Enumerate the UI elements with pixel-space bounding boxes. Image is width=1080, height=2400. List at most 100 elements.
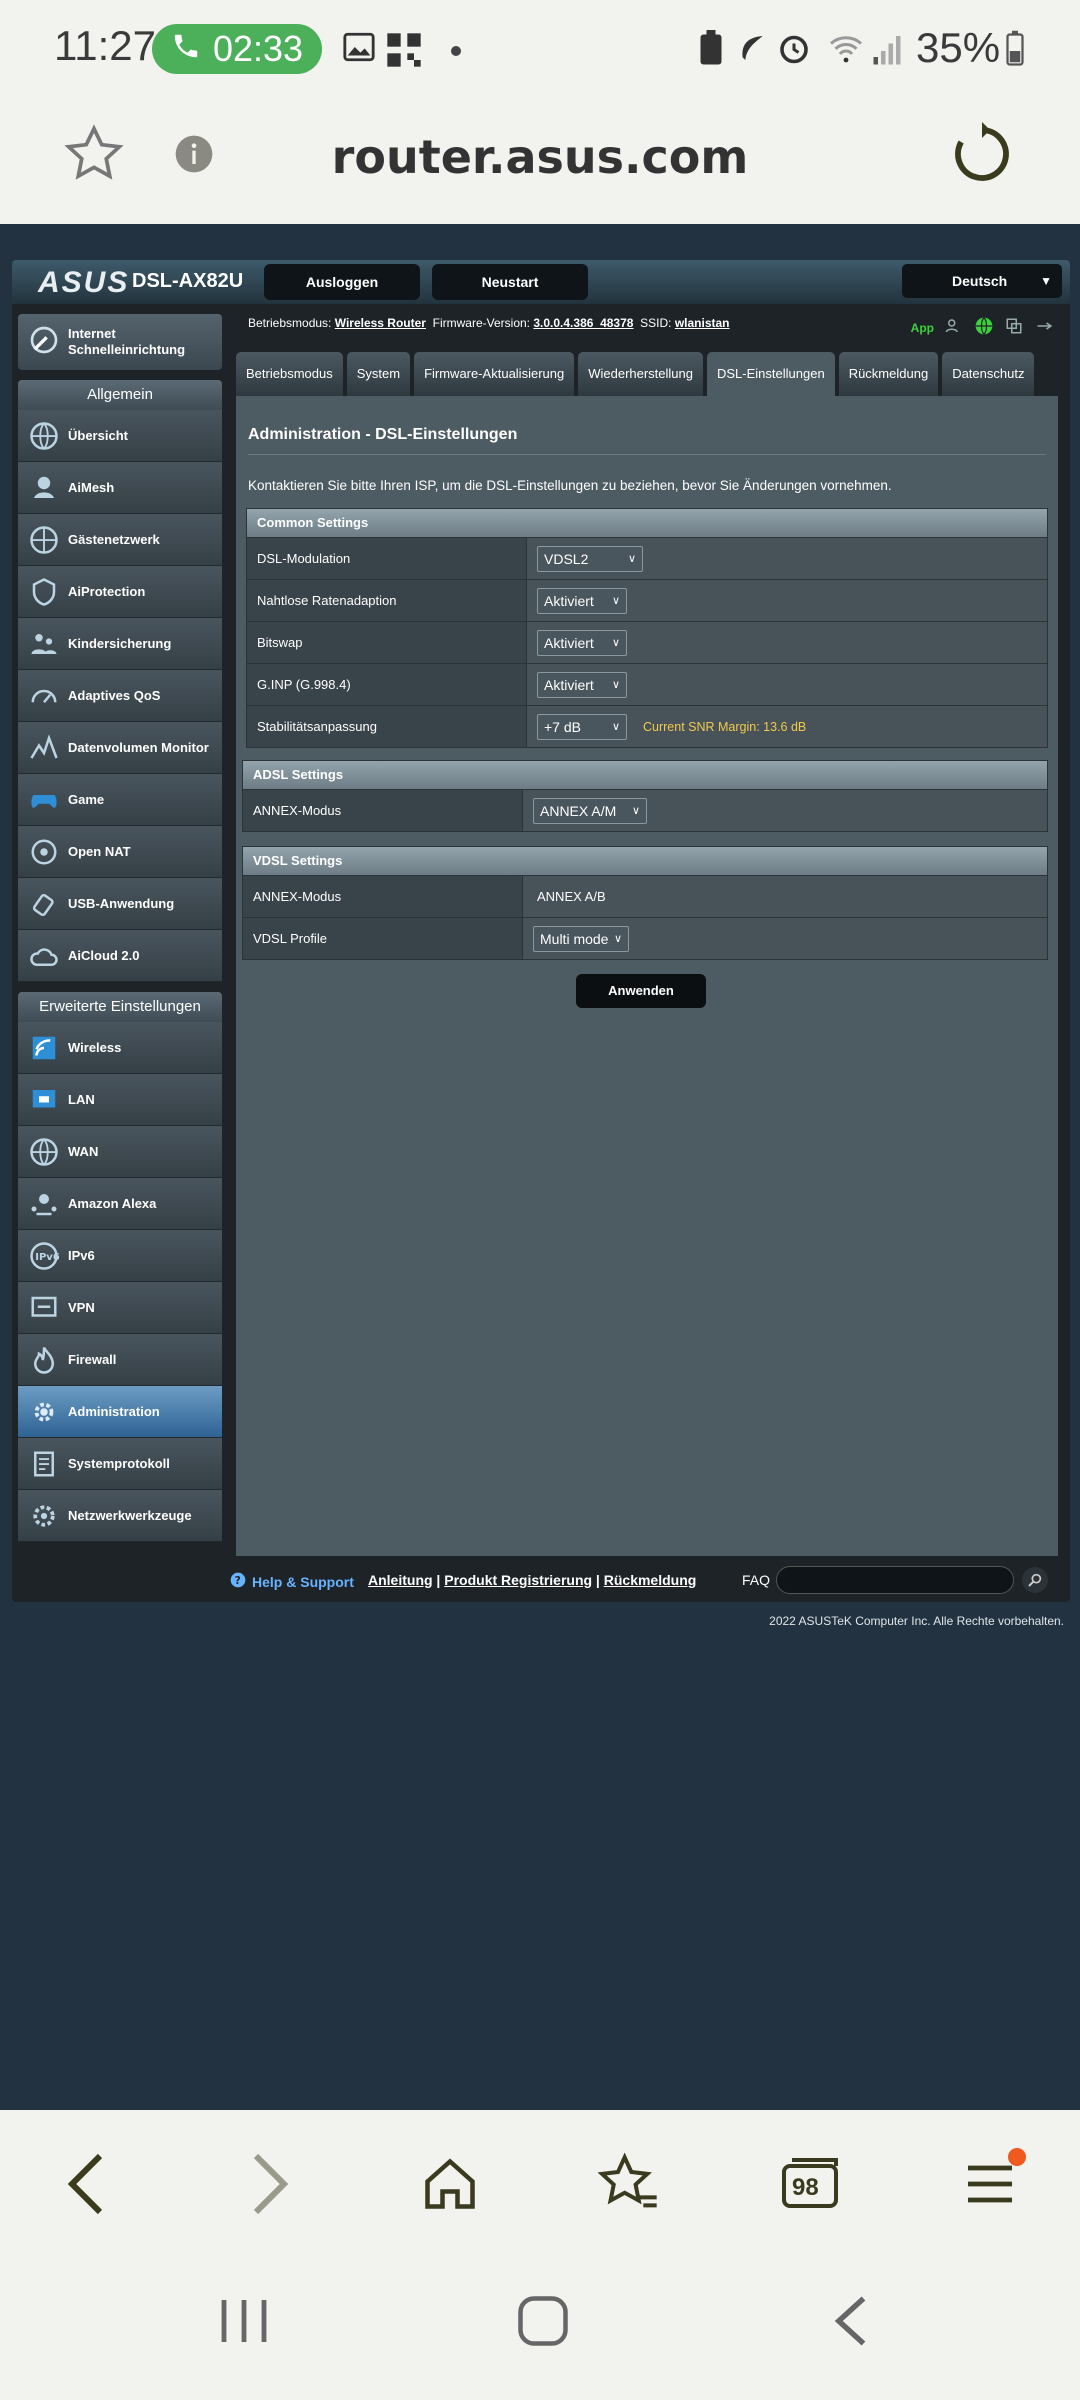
bookmarks-icon[interactable]: [590, 2144, 670, 2224]
copy-icon[interactable]: [1004, 317, 1024, 338]
system-back-icon[interactable]: [830, 2294, 870, 2353]
sidebar-item-usb[interactable]: USB-Anwendung: [18, 878, 222, 930]
manual-link[interactable]: Anleitung: [368, 1572, 433, 1588]
sidebar-item-wan[interactable]: WAN: [18, 1126, 222, 1178]
adsl-annex-select[interactable]: ANNEX A/M ∨: [533, 797, 647, 824]
language-value: Deutsch: [952, 273, 1008, 289]
language-select[interactable]: Deutsch ▼: [902, 264, 1062, 298]
tab-restore[interactable]: Wiederherstellung: [578, 352, 703, 396]
sidebar-item-game[interactable]: Game: [18, 774, 222, 826]
reboot-button[interactable]: Neustart: [432, 264, 588, 300]
tabs-icon[interactable]: 98: [770, 2144, 850, 2224]
sidebar-item-vpn[interactable]: VPN: [18, 1282, 222, 1334]
sidebar-item-label: AiProtection: [68, 584, 146, 599]
sidebar-item-aiprotection[interactable]: AiProtection: [18, 566, 222, 618]
battery-percent: 35%: [916, 24, 1001, 71]
sidebar-item-traffic-monitor[interactable]: Datenvolumen Monitor: [18, 722, 222, 774]
sidebar-item-open-nat[interactable]: Open NAT: [18, 826, 222, 878]
back-icon[interactable]: [46, 2144, 126, 2224]
app-link[interactable]: App: [911, 321, 934, 335]
sidebar-item-label: LAN: [68, 1092, 95, 1107]
recent-apps-icon[interactable]: [212, 2296, 276, 2351]
registration-link[interactable]: Produkt Registrierung: [444, 1572, 592, 1588]
home-button-icon[interactable]: [516, 2294, 570, 2353]
sidebar-item-lan[interactable]: LAN: [18, 1074, 222, 1126]
sidebar-item-label: Firewall: [68, 1352, 117, 1367]
url-text[interactable]: router.asus.com: [0, 130, 1080, 184]
router-model: DSL-AX82U: [132, 270, 244, 292]
dot-icon: [450, 44, 462, 62]
ginp-select[interactable]: Aktiviert ∨: [537, 671, 627, 698]
sidebar-item-aimesh[interactable]: AiMesh: [18, 462, 222, 514]
tab-system[interactable]: System: [346, 352, 411, 396]
stability-adjustment-select[interactable]: +7 dB ∨: [537, 713, 627, 740]
help-support-link[interactable]: ? Help & Support: [230, 1572, 354, 1591]
guest-globe-icon: [24, 520, 64, 560]
ssid-link[interactable]: wlanistan: [675, 316, 730, 330]
router-admin-panel: ASUS DSL-AX82U Ausloggen Neustart Deutsc…: [12, 260, 1070, 1602]
mode-link[interactable]: Wireless Router: [335, 316, 426, 330]
dsl-modulation-select[interactable]: VDSL2 ∨: [537, 545, 643, 572]
sidebar-item-wireless[interactable]: Wireless: [18, 1022, 222, 1074]
tab-dsl-settings[interactable]: DSL-Einstellungen: [707, 352, 835, 396]
seamless-rate-adaption-select[interactable]: Aktiviert ∨: [537, 587, 627, 614]
sidebar-item-administration[interactable]: Administration: [18, 1386, 222, 1438]
firmware-link[interactable]: 3.0.0.4.386_48378: [533, 316, 633, 330]
sidebar-item-amazon-alexa[interactable]: Amazon Alexa: [18, 1178, 222, 1230]
common-settings-table: Common Settings DSL-Modulation VDSL2 ∨ Na…: [246, 508, 1048, 748]
tab-firmware-upgrade[interactable]: Firmware-Aktualisierung: [414, 352, 575, 396]
forward-icon[interactable]: [230, 2144, 310, 2224]
quick-internet-setup[interactable]: Internet Schnelleinrichtung: [18, 314, 222, 370]
sidebar-item-aicloud[interactable]: AiCloud 2.0: [18, 930, 222, 982]
adsl-settings-table: ADSL Settings ANNEX-Modus ANNEX A/M ∨: [242, 760, 1048, 832]
advanced-header: Erweiterte Einstellungen: [18, 992, 222, 1022]
vdsl-settings-table: VDSL Settings ANNEX-Modus ANNEX A/B VDSL…: [242, 846, 1048, 960]
sidebar-item-ipv6[interactable]: IPv6 IPv6: [18, 1230, 222, 1282]
help-icon: ?: [230, 1572, 246, 1591]
ipv6-icon: IPv6: [24, 1236, 64, 1276]
internet-globe-icon[interactable]: [974, 316, 994, 339]
reload-icon[interactable]: [950, 122, 1014, 191]
sidebar-item-network-tools[interactable]: Netzwerkwerkzeuge: [18, 1490, 222, 1542]
home-icon[interactable]: [410, 2144, 490, 2224]
sidebar-item-system-log[interactable]: Systemprotokoll: [18, 1438, 222, 1490]
tab-operation-mode[interactable]: Betriebsmodus: [236, 352, 343, 396]
chevron-down-icon: ▼: [1040, 274, 1052, 288]
tools-gear-icon: [24, 1496, 64, 1536]
web-page: ASUS DSL-AX82U Ausloggen Neustart Deutsc…: [0, 224, 1080, 2110]
tab-privacy[interactable]: Datenschutz: [942, 352, 1035, 396]
call-indicator[interactable]: 02:33: [152, 24, 322, 74]
apply-button[interactable]: Anwenden: [576, 974, 706, 1008]
select-value: Aktiviert: [544, 592, 594, 609]
sidebar-item-overview[interactable]: Übersicht: [18, 410, 222, 462]
mode-label: Betriebsmodus:: [248, 316, 332, 330]
faq-search-input[interactable]: [776, 1566, 1014, 1594]
vpn-icon: [24, 1288, 64, 1328]
battery-saver-icon: [696, 30, 726, 71]
divider: [248, 454, 1046, 455]
firmware-label: Firmware-Version:: [432, 316, 531, 330]
sidebar-item-adaptive-qos[interactable]: Adaptives QoS: [18, 670, 222, 722]
row-label: Bitswap: [247, 622, 527, 663]
wand-icon: [28, 324, 60, 360]
select-value: ANNEX A/M: [540, 802, 617, 819]
feedback-link[interactable]: Rückmeldung: [604, 1572, 697, 1588]
chevron-down-icon: ∨: [611, 636, 620, 649]
vdsl-profile-select[interactable]: Multi mode ∨: [533, 925, 629, 952]
sidebar-item-firewall[interactable]: Firewall: [18, 1334, 222, 1386]
alexa-icon: [24, 1184, 64, 1224]
tab-feedback[interactable]: Rückmeldung: [838, 352, 939, 396]
sidebar-item-parental-control[interactable]: Kindersicherung: [18, 618, 222, 670]
common-settings-header: Common Settings: [247, 509, 1047, 537]
usb-status-icon[interactable]: [1034, 317, 1056, 338]
clients-icon[interactable]: [944, 317, 964, 338]
bitswap-select[interactable]: Aktiviert ∨: [537, 629, 627, 656]
sidebar-item-label: AiCloud 2.0: [68, 948, 140, 963]
row-label: Nahtlose Ratenadaption: [247, 580, 527, 621]
page-title: Administration - DSL-Einstellungen: [248, 426, 518, 443]
menu-icon[interactable]: [950, 2144, 1030, 2224]
sidebar-item-guest-network[interactable]: Gästenetzwerk: [18, 514, 222, 566]
logout-button[interactable]: Ausloggen: [264, 264, 420, 300]
search-icon[interactable]: [1022, 1567, 1048, 1593]
table-row: VDSL Profile Multi mode ∨: [243, 917, 1047, 959]
